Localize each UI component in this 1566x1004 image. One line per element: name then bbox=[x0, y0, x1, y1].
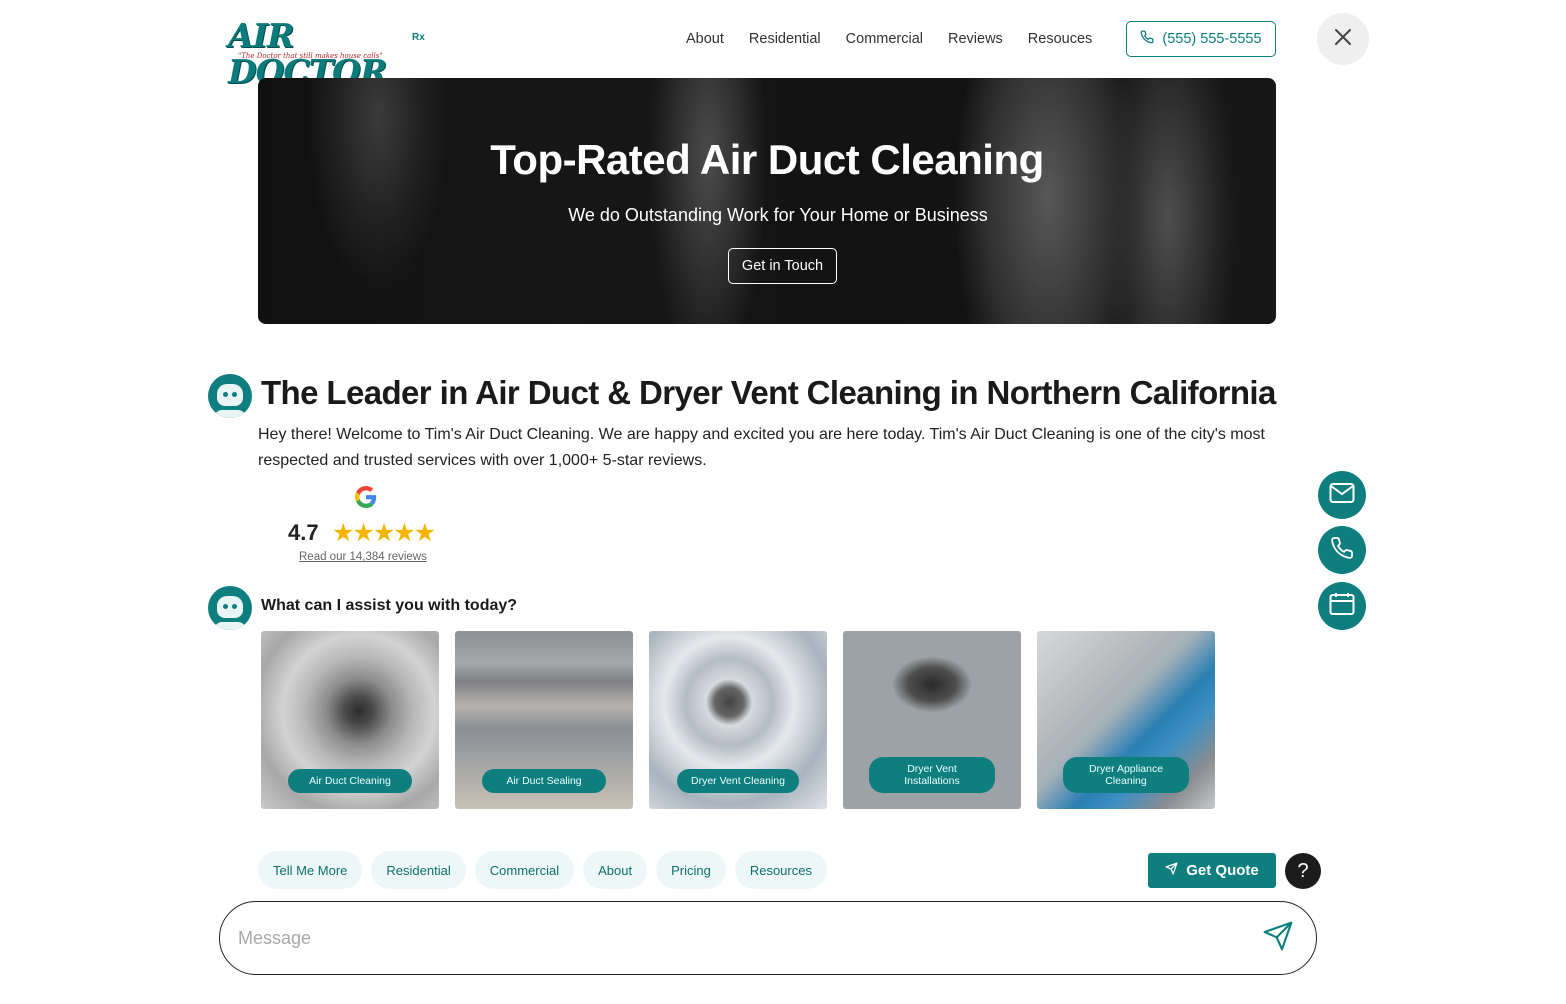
service-label: Dryer Vent Installations bbox=[869, 757, 995, 793]
get-quote-button[interactable]: Get Quote bbox=[1148, 853, 1276, 888]
chip-resources[interactable]: Resources bbox=[734, 851, 827, 889]
phone-fab[interactable] bbox=[1318, 526, 1366, 574]
chip-tell-me-more[interactable]: Tell Me More bbox=[258, 851, 363, 889]
bot-avatar bbox=[208, 374, 252, 418]
phone-icon bbox=[1140, 30, 1154, 48]
google-icon bbox=[355, 486, 377, 508]
service-card-dryer-vent-installations[interactable]: Dryer Vent Installations bbox=[843, 631, 1021, 809]
get-quote-label: Get Quote bbox=[1186, 862, 1259, 879]
service-card-air-duct-sealing[interactable]: Air Duct Sealing bbox=[455, 631, 633, 809]
chip-commercial[interactable]: Commercial bbox=[474, 851, 575, 889]
get-in-touch-button[interactable]: Get in Touch bbox=[728, 248, 837, 284]
chip-residential[interactable]: Residential bbox=[371, 851, 466, 889]
send-icon bbox=[1165, 862, 1178, 879]
logo[interactable]: AIR DOCTOR Rx "The Doctor that still mak… bbox=[228, 18, 425, 90]
send-button[interactable] bbox=[1258, 920, 1298, 956]
service-label: Air Duct Cleaning bbox=[288, 769, 412, 793]
logo-tagline: "The Doctor that still makes house calls… bbox=[238, 52, 383, 60]
hero-title: Top-Rated Air Duct Cleaning bbox=[490, 136, 1044, 183]
chip-about[interactable]: About bbox=[583, 851, 648, 889]
nav-resources[interactable]: Resouces bbox=[1028, 28, 1092, 50]
reviews-link[interactable]: Read our 14,384 reviews bbox=[299, 551, 427, 563]
email-fab[interactable] bbox=[1318, 471, 1366, 519]
nav-residential[interactable]: Residential bbox=[749, 28, 821, 50]
main-nav: About Residential Commercial Reviews Res… bbox=[686, 28, 1117, 50]
service-card-dryer-vent-cleaning[interactable]: Dryer Vent Cleaning bbox=[649, 631, 827, 809]
phone-button[interactable]: (555) 555-5555 bbox=[1126, 21, 1276, 57]
service-cards: Air Duct Cleaning Air Duct Sealing Dryer… bbox=[261, 631, 1215, 809]
close-icon bbox=[1334, 28, 1352, 51]
phone-icon bbox=[1330, 536, 1354, 565]
google-rating: 4.7 ★★★★★ Read our 14,384 reviews bbox=[288, 484, 448, 568]
nav-about[interactable]: About bbox=[686, 28, 724, 50]
hero-banner: Top-Rated Air Duct Cleaning We do Outsta… bbox=[258, 78, 1276, 324]
nav-commercial[interactable]: Commercial bbox=[846, 28, 923, 50]
nav-reviews[interactable]: Reviews bbox=[948, 28, 1003, 50]
chat-headline: The Leader in Air Duct & Dryer Vent Clea… bbox=[261, 374, 1276, 411]
service-label: Air Duct Sealing bbox=[482, 769, 606, 793]
rating-stars: ★★★★★ bbox=[332, 519, 436, 547]
message-input[interactable] bbox=[238, 922, 1218, 954]
service-card-air-duct-cleaning[interactable]: Air Duct Cleaning bbox=[261, 631, 439, 809]
calendar-icon bbox=[1329, 592, 1355, 621]
rating-value: 4.7 bbox=[288, 520, 319, 545]
chat-intro: Hey there! Welcome to Tim's Air Duct Cle… bbox=[258, 426, 1265, 469]
send-icon bbox=[1261, 920, 1295, 957]
message-bar bbox=[219, 901, 1317, 975]
hero-subtitle: We do Outstanding Work for Your Home or … bbox=[568, 205, 988, 225]
assist-prompt: What can I assist you with today? bbox=[261, 597, 518, 614]
phone-number: (555) 555-5555 bbox=[1162, 31, 1262, 47]
service-label: Dryer Vent Cleaning bbox=[677, 769, 799, 793]
calendar-fab[interactable] bbox=[1318, 582, 1366, 630]
service-card-dryer-appliance-cleaning[interactable]: Dryer Appliance Cleaning bbox=[1037, 631, 1215, 809]
close-button[interactable] bbox=[1317, 13, 1369, 65]
help-button[interactable]: ? bbox=[1285, 853, 1321, 889]
quick-replies: Tell Me More Residential Commercial Abou… bbox=[258, 851, 827, 889]
logo-rx-mark: Rx bbox=[412, 32, 425, 43]
service-label: Dryer Appliance Cleaning bbox=[1063, 757, 1189, 793]
bot-avatar bbox=[208, 586, 252, 630]
chip-pricing[interactable]: Pricing bbox=[656, 851, 726, 889]
mail-icon bbox=[1329, 482, 1355, 509]
